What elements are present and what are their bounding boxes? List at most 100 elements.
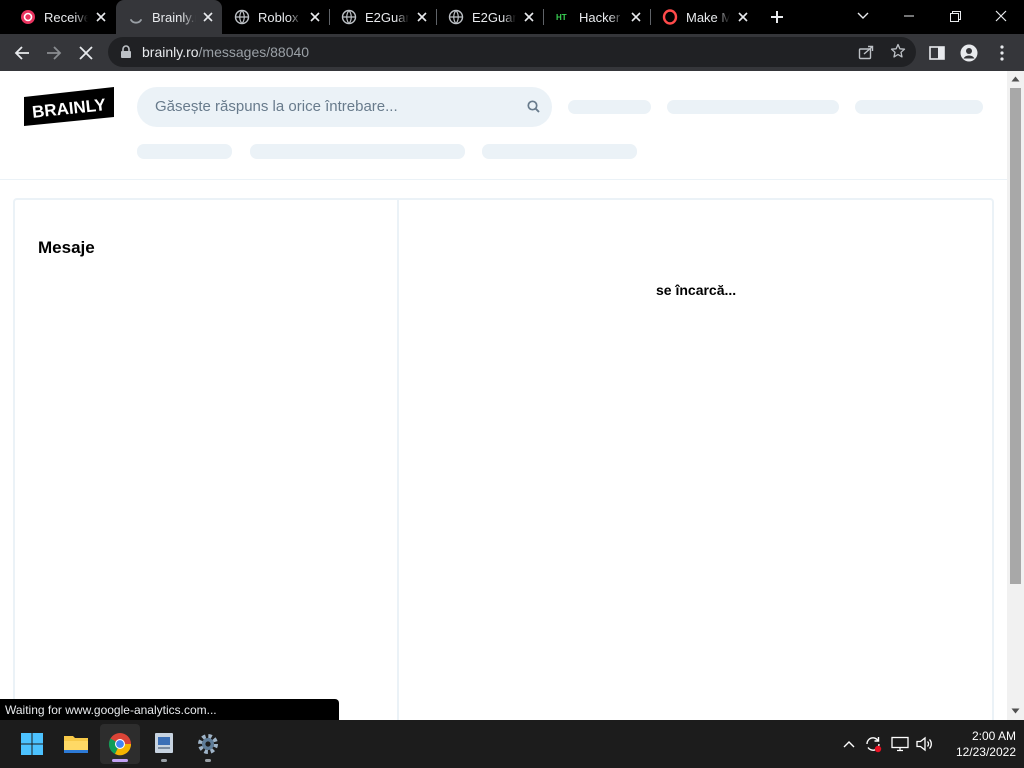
svg-text:HT: HT (556, 13, 567, 22)
close-icon[interactable] (200, 9, 216, 25)
skeleton-subnav-item (137, 144, 232, 159)
arrow-left-icon (14, 46, 29, 60)
sync-tray-icon[interactable] (863, 734, 883, 754)
tab-title: Receive (44, 9, 88, 25)
windows-logo-icon (21, 733, 43, 755)
messages-panel: Mesaje se încarcă... (13, 198, 994, 720)
address-bar[interactable]: brainly.ro/messages/88040 (108, 37, 916, 67)
profile-icon (960, 44, 978, 62)
scroll-thumb[interactable] (1010, 88, 1021, 584)
skeleton-subnav-item (250, 144, 465, 159)
menu-button[interactable] (988, 39, 1016, 67)
skeleton-nav-item (568, 100, 651, 114)
tab-receive[interactable]: Receive (8, 0, 115, 34)
clock-date: 12/23/2022 (955, 745, 1016, 759)
url-text[interactable]: brainly.ro/messages/88040 (142, 44, 309, 60)
tab-roblox[interactable]: Roblox (222, 0, 329, 34)
taskbar-clock[interactable]: 2:00 AM 12/23/2022 (938, 728, 1016, 760)
skeleton-nav-item (667, 100, 839, 114)
share-icon[interactable] (858, 44, 874, 65)
volume-tray-icon[interactable] (915, 734, 935, 754)
conversations-column: Mesaje (15, 200, 399, 720)
document-app-icon (155, 733, 173, 753)
speaker-icon (916, 736, 932, 752)
close-icon[interactable] (307, 9, 323, 25)
forward-button[interactable] (40, 39, 68, 67)
tab-title: E2Guardian (365, 9, 409, 25)
opera-favicon-icon (662, 9, 678, 25)
close-icon[interactable] (735, 9, 751, 25)
tab-e2guardian-2[interactable]: E2Guardian (436, 0, 543, 34)
chevron-up-icon (843, 741, 855, 748)
search-icon[interactable] (527, 100, 540, 118)
skeleton-nav-item (855, 100, 983, 114)
minimize-button[interactable] (886, 0, 932, 32)
tab-title: Hacker (579, 9, 621, 25)
back-button[interactable] (8, 39, 36, 67)
loading-spinner-icon (128, 9, 144, 25)
start-button[interactable] (12, 724, 52, 764)
page-scrollbar[interactable] (1007, 71, 1024, 720)
side-panel-icon (929, 46, 945, 60)
taskbar-settings[interactable] (188, 724, 228, 764)
brainly-logo[interactable]: BRAINLY (24, 87, 114, 132)
close-icon[interactable] (521, 9, 537, 25)
active-indicator (112, 759, 128, 762)
profile-button[interactable] (955, 39, 983, 67)
windows-taskbar: 2:00 AM 12/23/2022 (0, 720, 1024, 768)
arrow-right-icon (47, 46, 62, 60)
gear-icon (198, 734, 218, 754)
globe-icon (341, 9, 357, 25)
side-panel-button[interactable] (923, 39, 951, 67)
close-icon[interactable] (414, 9, 430, 25)
site-header: BRAINLY (0, 71, 1007, 180)
running-indicator (205, 759, 211, 762)
search-input[interactable] (155, 98, 515, 115)
browser-tab-strip: Receive Brainly.ro Roblox E2Guardian E2G… (0, 0, 1024, 34)
taskbar-chrome[interactable] (100, 724, 140, 764)
scroll-down-arrow-icon (1011, 708, 1020, 714)
tab-title: Roblox (258, 9, 299, 25)
search-box[interactable] (137, 87, 552, 127)
show-hidden-icons-button[interactable] (839, 734, 859, 754)
page-viewport: BRAINLY Mesaje se încarcă... (0, 71, 1007, 720)
chrome-icon (108, 733, 132, 756)
plus-icon (771, 11, 783, 23)
folder-icon (64, 736, 88, 753)
url-host: brainly.ro (142, 44, 199, 60)
tab-title: E2Guardian (472, 9, 516, 25)
restore-icon (949, 10, 961, 22)
globe-icon (234, 9, 250, 25)
tab-search-button[interactable] (840, 0, 886, 32)
close-icon[interactable] (93, 9, 109, 25)
browser-toolbar: brainly.ro/messages/88040 (0, 34, 1024, 71)
network-tray-icon[interactable] (890, 734, 910, 754)
restore-button[interactable] (932, 0, 978, 32)
skeleton-subnav-item (482, 144, 637, 159)
network-icon (891, 736, 909, 752)
tab-make[interactable]: Make M (650, 0, 757, 34)
bookmark-star-icon[interactable] (890, 43, 906, 64)
new-tab-button[interactable] (765, 6, 789, 28)
stop-icon (79, 46, 93, 60)
tab-e2guardian-1[interactable]: E2Guardian (329, 0, 436, 34)
globe-icon (448, 9, 464, 25)
kebab-menu-icon (1000, 45, 1004, 61)
tab-title: Make M (686, 9, 730, 25)
loading-text: se încarcă... (656, 282, 737, 298)
tab-hacker[interactable]: HT Hacker (543, 0, 650, 34)
scroll-up-arrow-icon (1011, 76, 1020, 82)
close-icon[interactable] (628, 9, 644, 25)
status-bubble: Waiting for www.google-analytics.com... (0, 699, 339, 720)
close-icon (995, 10, 1007, 22)
tab-title: Brainly.ro (152, 9, 196, 25)
stop-loading-button[interactable] (72, 39, 100, 67)
tab-brainly[interactable]: Brainly.ro (116, 0, 222, 34)
taskbar-app-document[interactable] (144, 724, 184, 764)
lock-icon[interactable] (120, 45, 132, 64)
running-indicator (161, 759, 167, 762)
close-window-button[interactable] (978, 0, 1024, 32)
receive-favicon-icon (20, 9, 36, 25)
messages-title: Mesaje (38, 238, 95, 257)
taskbar-file-explorer[interactable] (56, 724, 96, 764)
